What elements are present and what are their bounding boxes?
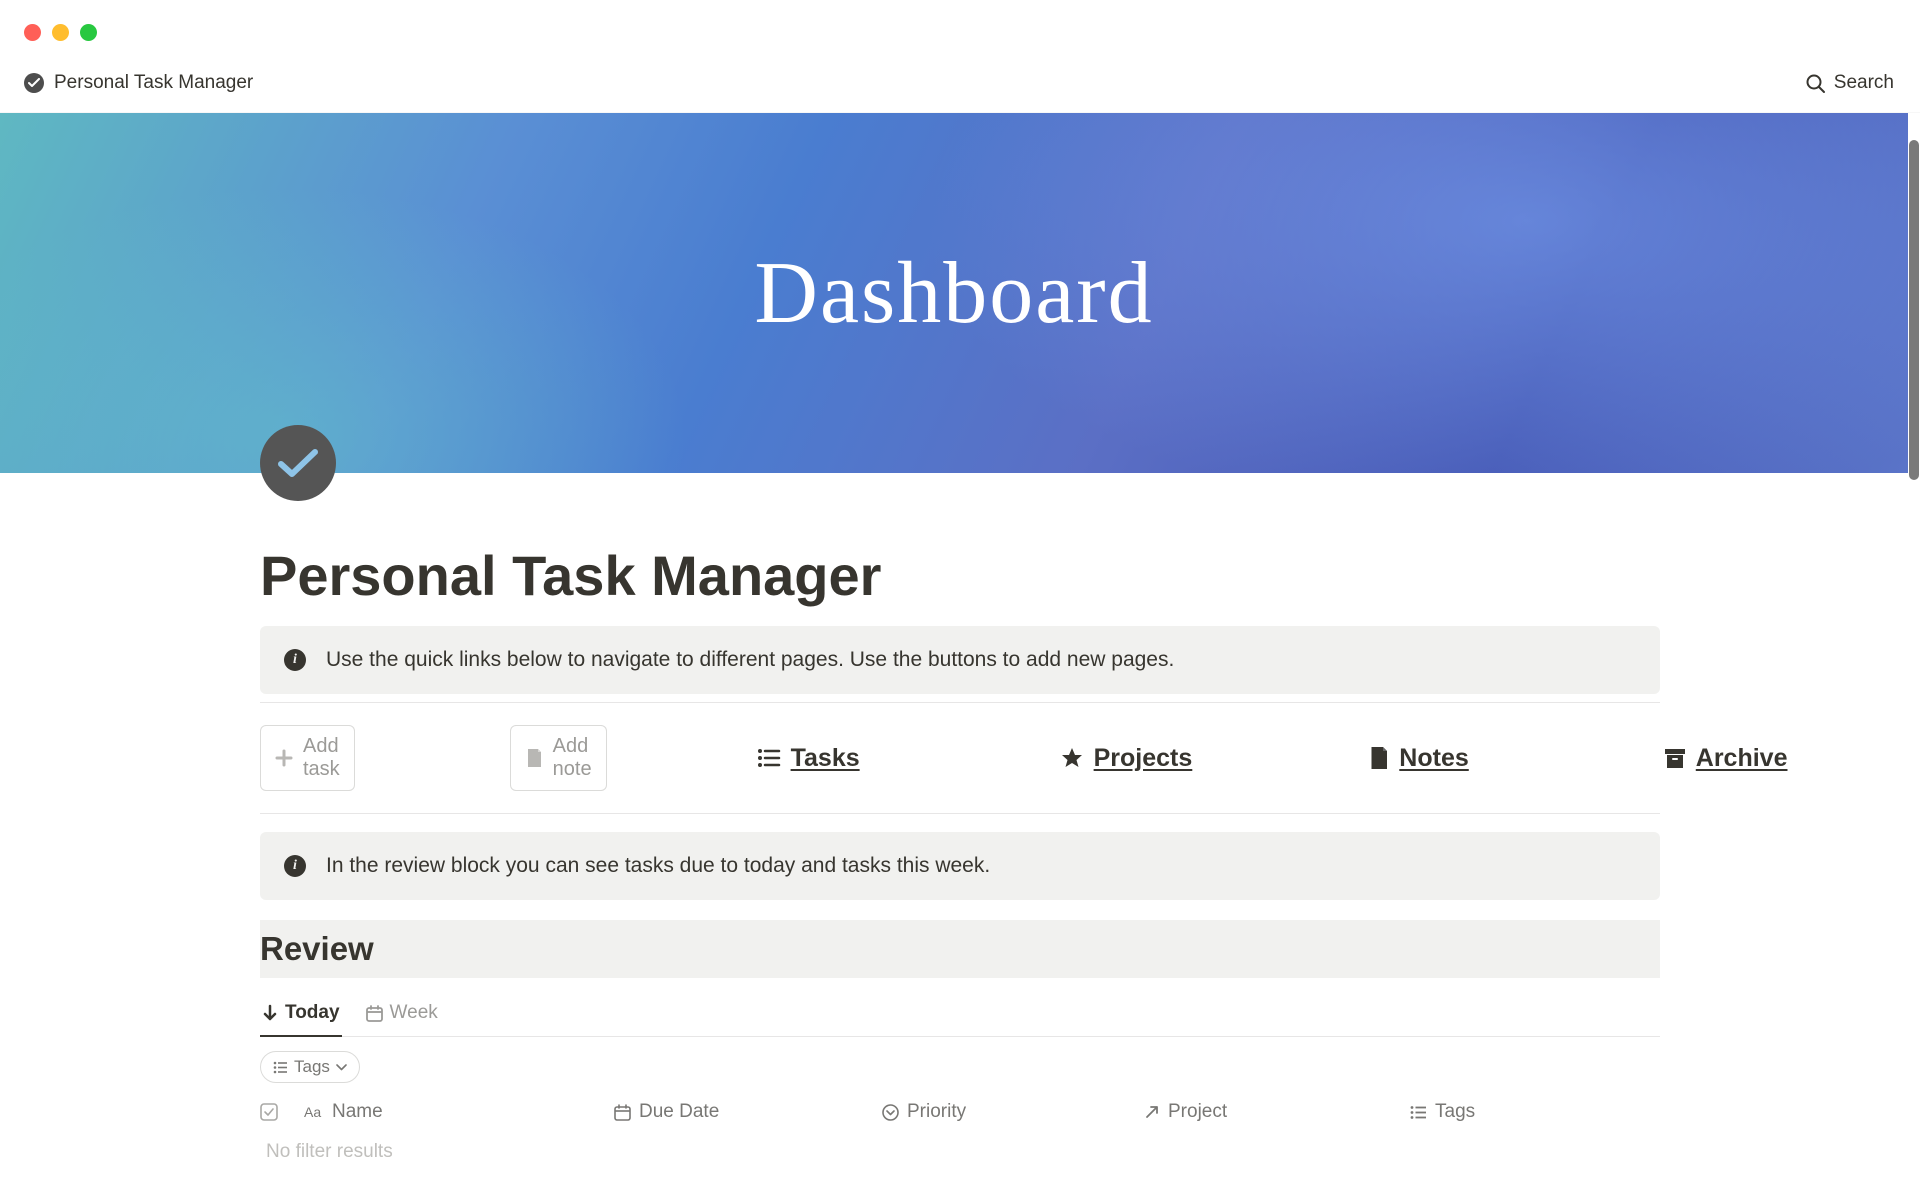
cover-image: Dashboard	[0, 113, 1908, 473]
page-content: Personal Task Manager i Use the quick li…	[130, 473, 1790, 1163]
check-circle-icon	[24, 73, 44, 93]
note-icon	[525, 748, 543, 768]
add-note-button[interactable]: Add note	[510, 725, 607, 791]
column-due-date[interactable]: Due Date	[614, 1101, 882, 1123]
empty-state: No filter results	[260, 1141, 1660, 1163]
list-icon	[273, 1061, 288, 1074]
column-priority[interactable]: Priority	[882, 1101, 1144, 1123]
add-note-label: Add note	[553, 735, 592, 781]
chevron-down-icon	[336, 1064, 347, 1071]
tab-week-label: Week	[390, 1002, 438, 1024]
divider	[260, 813, 1660, 814]
check-icon	[277, 447, 319, 479]
window-close-button[interactable]	[24, 24, 41, 41]
svg-text:Aa: Aa	[304, 1104, 321, 1120]
link-notes[interactable]: Notes	[1367, 744, 1468, 773]
page-title: Personal Task Manager	[260, 473, 1660, 626]
column-name[interactable]: Aa Name	[304, 1101, 614, 1123]
search-label: Search	[1834, 72, 1894, 94]
divider	[260, 702, 1660, 703]
arrow-down-icon	[262, 1004, 278, 1022]
topbar: Personal Task Manager Search	[0, 58, 1920, 113]
book-icon	[1367, 746, 1389, 770]
tab-today[interactable]: Today	[260, 992, 342, 1036]
link-notes-label: Notes	[1399, 744, 1468, 773]
review-tabs: Today Week	[260, 992, 1660, 1037]
link-tasks-label: Tasks	[791, 744, 860, 773]
window-controls	[0, 0, 1920, 58]
info-icon: i	[284, 855, 306, 877]
multiselect-icon	[1410, 1105, 1427, 1120]
link-projects[interactable]: Projects	[1060, 744, 1193, 773]
quick-links-row: Add task Add note Tasks Projects Notes A…	[260, 725, 1660, 791]
column-checkbox[interactable]	[260, 1103, 304, 1121]
tab-week[interactable]: Week	[364, 992, 440, 1036]
add-task-button[interactable]: Add task	[260, 725, 355, 791]
cover-title: Dashboard	[754, 243, 1153, 344]
callout-text: Use the quick links below to navigate to…	[326, 648, 1174, 672]
column-project[interactable]: Project	[1144, 1101, 1410, 1123]
breadcrumb-label: Personal Task Manager	[54, 72, 253, 94]
plus-icon	[275, 749, 293, 767]
window-minimize-button[interactable]	[52, 24, 69, 41]
relation-icon	[1144, 1104, 1160, 1120]
info-icon: i	[284, 649, 306, 671]
checkbox-icon	[260, 1103, 278, 1121]
select-icon	[882, 1104, 899, 1121]
column-due-date-label: Due Date	[639, 1101, 719, 1123]
callout-quick-links: i Use the quick links below to navigate …	[260, 626, 1660, 694]
column-tags[interactable]: Tags	[1410, 1101, 1610, 1123]
column-tags-label: Tags	[1435, 1101, 1475, 1123]
link-archive[interactable]: Archive	[1664, 744, 1788, 773]
breadcrumb[interactable]: Personal Task Manager	[24, 72, 253, 94]
list-icon	[757, 747, 781, 769]
scrollbar[interactable]	[1908, 140, 1920, 500]
column-priority-label: Priority	[907, 1101, 966, 1123]
text-icon: Aa	[304, 1104, 324, 1120]
filter-label: Tags	[294, 1057, 330, 1077]
link-tasks[interactable]: Tasks	[757, 744, 860, 773]
column-project-label: Project	[1168, 1101, 1227, 1123]
page-icon[interactable]	[260, 425, 336, 501]
callout-review: i In the review block you can see tasks …	[260, 832, 1660, 900]
callout-text: In the review block you can see tasks du…	[326, 854, 990, 878]
review-header: Review	[260, 920, 1660, 978]
table-header: Aa Name Due Date Priority Project Tags	[260, 1101, 1660, 1123]
search-button[interactable]: Search	[1805, 72, 1894, 94]
calendar-icon	[366, 1005, 383, 1022]
filter-tags[interactable]: Tags	[260, 1051, 360, 1083]
archive-icon	[1664, 747, 1686, 769]
calendar-icon	[614, 1104, 631, 1121]
window-maximize-button[interactable]	[80, 24, 97, 41]
add-task-label: Add task	[303, 735, 340, 781]
scrollbar-thumb[interactable]	[1909, 140, 1919, 480]
search-icon	[1805, 73, 1826, 94]
review-title: Review	[260, 930, 1660, 968]
tab-today-label: Today	[285, 1002, 340, 1024]
link-archive-label: Archive	[1696, 744, 1788, 773]
link-projects-label: Projects	[1094, 744, 1193, 773]
column-name-label: Name	[332, 1101, 383, 1123]
star-icon	[1060, 746, 1084, 770]
